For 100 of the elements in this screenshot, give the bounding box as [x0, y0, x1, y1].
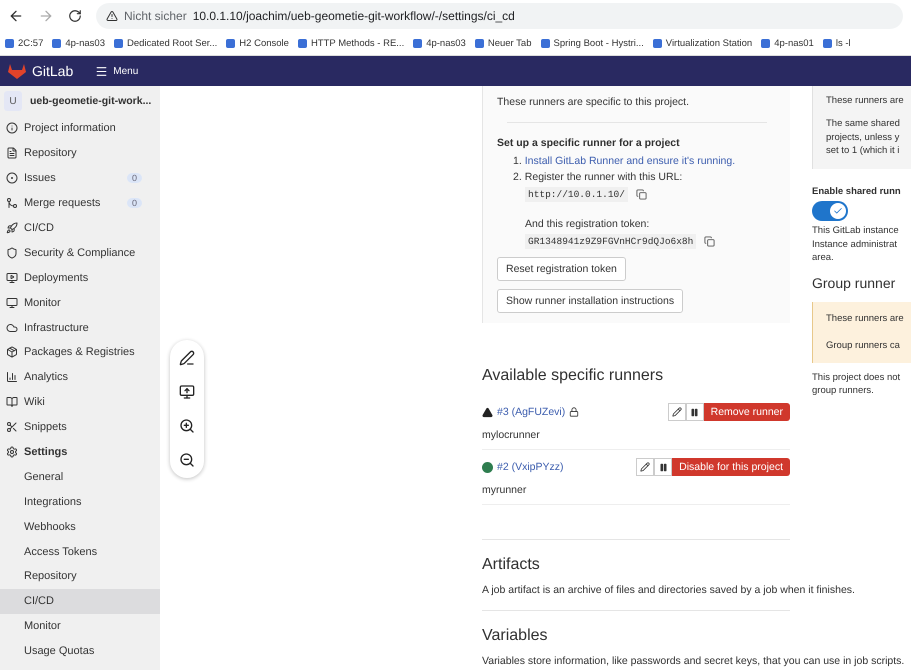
sidebar-item[interactable]: Project information	[0, 116, 160, 141]
sidebar-item[interactable]: Infrastructure	[0, 315, 160, 340]
copy-icon	[636, 189, 647, 200]
address-bar[interactable]: Nicht sicher 10.0.1.10/joachim/ueb-geometie-git-workflow/-/settings/ci_cd	[96, 3, 903, 29]
runner-link[interactable]: #3 (AgFUZevi)	[497, 406, 566, 418]
sidebar-item[interactable]: Issues 0	[0, 166, 160, 191]
info-icon	[6, 122, 18, 134]
sidebar-item[interactable]: Snippets	[0, 414, 160, 440]
bookmark-link[interactable]: ls -l	[822, 38, 851, 49]
bookmark-link[interactable]: 4p-nas03	[413, 38, 466, 49]
sidebar-subitem[interactable]: Integrations	[0, 489, 160, 514]
pen-icon	[179, 350, 195, 366]
bookmark-link[interactable]: 2C:57	[5, 38, 44, 49]
panel-button[interactable]: Reset registration token	[497, 257, 626, 281]
sidebar-item[interactable]: Merge requests 0	[0, 190, 160, 216]
file-icon	[6, 147, 18, 160]
count-badge: 0	[126, 173, 142, 184]
back-icon[interactable]	[8, 8, 24, 24]
book-icon	[6, 396, 18, 408]
runner-url: http://10.0.1.10/	[525, 187, 628, 202]
sidebar-item[interactable]: CI/CD	[0, 216, 160, 240]
tool-button[interactable]	[179, 452, 195, 468]
note-text: group runners.	[812, 384, 875, 398]
info-text: These runners are	[826, 94, 905, 108]
scissors-icon	[6, 421, 18, 434]
danger-button[interactable]: Remove runner	[704, 403, 790, 421]
sidebar-item[interactable]: Analytics	[0, 364, 160, 390]
sidebar-item[interactable]: Deployments	[0, 265, 160, 290]
install-link[interactable]: Install GitLab Runner and ensure it's running.	[524, 155, 736, 167]
tool-button[interactable]	[179, 384, 195, 400]
note-text: This GitLab instance	[812, 224, 900, 238]
sidebar-subitem[interactable]: CI/CD	[0, 588, 160, 614]
bookmark-link[interactable]: Dedicated Root Ser...	[114, 38, 218, 49]
bookmark-link[interactable]: Neuer Tab	[474, 38, 532, 49]
bookmark-link[interactable]: HTTP Methods - RE...	[298, 38, 404, 49]
pause-icon	[690, 408, 700, 416]
pencil-icon	[640, 462, 650, 472]
cloud-icon	[6, 322, 18, 334]
sidebar-subitem[interactable]: Repository	[0, 564, 160, 589]
sidebar-item[interactable]: Repository	[0, 140, 160, 166]
edit-button[interactable]	[636, 458, 654, 476]
sidebar-subitem[interactable]: Monitor	[0, 614, 160, 639]
tool-button[interactable]	[179, 418, 195, 434]
note-text: Instance administrat	[812, 238, 898, 252]
panel-button[interactable]: Show runner installation instructions	[497, 289, 684, 313]
intro-text: These runners are specific to this project.	[497, 96, 690, 108]
menu-button[interactable]: Menu	[91, 62, 142, 80]
sidebar-subitem[interactable]: Webhooks	[0, 514, 160, 540]
pause-button[interactable]	[686, 403, 704, 421]
deploy-icon	[6, 272, 18, 284]
info-text: set to 1 (which it i	[826, 144, 900, 158]
copy-button[interactable]	[636, 189, 647, 200]
toggle-switch[interactable]	[812, 201, 848, 222]
bookmark-link[interactable]: Virtualization Station	[652, 38, 752, 49]
runner-name: mylocrunner	[482, 429, 541, 441]
danger-button[interactable]: Disable for this project	[672, 458, 790, 476]
toggle-label: Enable shared runn	[812, 185, 902, 198]
sidebar-item[interactable]: Wiki	[0, 390, 160, 415]
project-avatar: U	[4, 91, 22, 111]
section-heading: Artifacts	[482, 556, 541, 574]
section-heading: Group runner	[812, 274, 896, 294]
sidebar-item[interactable]: Packages & Registries	[0, 340, 160, 365]
chart-icon	[6, 371, 18, 384]
info-text: The same shared	[826, 117, 901, 131]
sidebar-subitem[interactable]: General	[0, 464, 160, 490]
menu-icon	[95, 64, 108, 78]
sidebar-item[interactable]: Settings	[0, 440, 160, 464]
runner-name: myrunner	[482, 484, 528, 496]
issue-icon	[6, 172, 18, 184]
warning-text: These runners are	[826, 312, 905, 326]
package-icon	[6, 346, 18, 358]
sidebar-subitem[interactable]: Usage Quotas	[0, 638, 160, 664]
copy-icon	[704, 236, 716, 247]
runner-link[interactable]: #2 (VxipPYzz)	[497, 461, 564, 473]
pause-icon	[658, 462, 668, 472]
sidebar-item[interactable]: Security & Compliance	[0, 240, 160, 266]
check-icon	[833, 206, 843, 216]
sidebar-subitem[interactable]: Access Tokens	[0, 539, 160, 564]
project-name[interactable]: ueb-geometie-git-work...	[30, 95, 152, 107]
info-text: projects, unless y	[826, 130, 900, 144]
bookmark-link[interactable]: 4p-nas01	[761, 38, 814, 49]
copy-button[interactable]	[704, 236, 716, 247]
section-description: Variables store information, like passwords and secret keys, that you can use in job scripts.	[482, 655, 904, 667]
reload-icon[interactable]	[68, 9, 82, 23]
bookmark-link[interactable]: 4p-nas03	[52, 38, 105, 49]
registration-token: GR1348941z9Z9FGVnHCr9dQJo6x8h	[525, 234, 696, 249]
gitlab-logo[interactable]: GitLab	[8, 63, 74, 79]
rocket-icon	[6, 222, 18, 234]
pause-button[interactable]	[654, 458, 672, 476]
zoom-out-icon	[179, 452, 195, 468]
merge-icon	[6, 197, 18, 210]
bookmark-link[interactable]: Spring Boot - Hystri...	[540, 38, 644, 49]
edit-button[interactable]	[668, 403, 686, 421]
fox-icon	[8, 63, 26, 79]
tool-button[interactable]	[179, 350, 195, 366]
warning-text: Group runners ca	[826, 339, 901, 353]
token-label: And this registration token:	[524, 218, 650, 230]
sidebar-item[interactable]: Monitor	[0, 290, 160, 316]
bookmark-link[interactable]: H2 Console	[226, 38, 289, 49]
count-badge: 0	[126, 198, 142, 208]
